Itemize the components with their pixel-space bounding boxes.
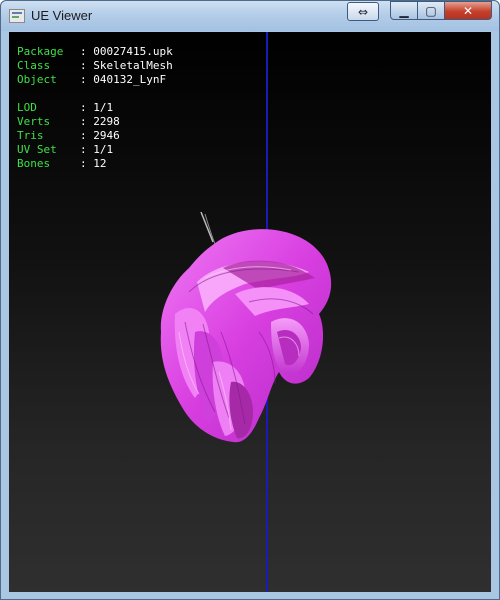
app-icon bbox=[9, 9, 25, 23]
bones-sep: : bbox=[80, 157, 94, 170]
lod-label: LOD bbox=[17, 101, 37, 114]
tris-sep: : bbox=[80, 129, 94, 142]
swap-arrows-button[interactable]: ⇔ bbox=[347, 2, 379, 21]
ue-viewer-window: UE Viewer ⇔ ▁ ▢ ✕ Package: 00027415.upk… bbox=[0, 0, 500, 600]
package-value: 00027415.upk bbox=[93, 45, 173, 58]
uvset-value: 1/1 bbox=[93, 143, 114, 156]
lod-value: 1/1 bbox=[93, 101, 114, 114]
close-button[interactable]: ✕ bbox=[444, 1, 492, 20]
object-label: Object bbox=[17, 73, 57, 86]
bones-value: 12 bbox=[93, 157, 107, 170]
lod-sep: : bbox=[80, 101, 94, 114]
bones-label: Bones bbox=[17, 157, 51, 170]
package-label: Package bbox=[17, 45, 64, 58]
verts-value: 2298 bbox=[93, 115, 120, 128]
object-value: 040132_LynF bbox=[93, 73, 167, 86]
maximize-button[interactable]: ▢ bbox=[417, 1, 445, 20]
uvset-sep: : bbox=[80, 143, 94, 156]
verts-label: Verts bbox=[17, 115, 51, 128]
hud-spacer bbox=[17, 87, 173, 101]
minimize-button[interactable]: ▁ bbox=[390, 1, 418, 20]
tris-label: Tris bbox=[17, 129, 44, 142]
object-sep: : bbox=[80, 73, 94, 86]
title-bar[interactable]: UE Viewer ⇔ ▁ ▢ ✕ bbox=[1, 1, 499, 31]
verts-sep: : bbox=[80, 115, 94, 128]
mesh-info-overlay: Package: 00027415.upk Class: SkeletalMes… bbox=[17, 45, 173, 171]
class-sep: : bbox=[80, 59, 94, 72]
package-sep: : bbox=[80, 45, 94, 58]
class-label: Class bbox=[17, 59, 51, 72]
class-value: SkeletalMesh bbox=[93, 59, 173, 72]
window-title: UE Viewer bbox=[31, 8, 93, 23]
viewport[interactable]: Package: 00027415.upk Class: SkeletalMes… bbox=[9, 32, 491, 592]
tris-value: 2946 bbox=[93, 129, 120, 142]
uvset-label: UV Set bbox=[17, 143, 57, 156]
